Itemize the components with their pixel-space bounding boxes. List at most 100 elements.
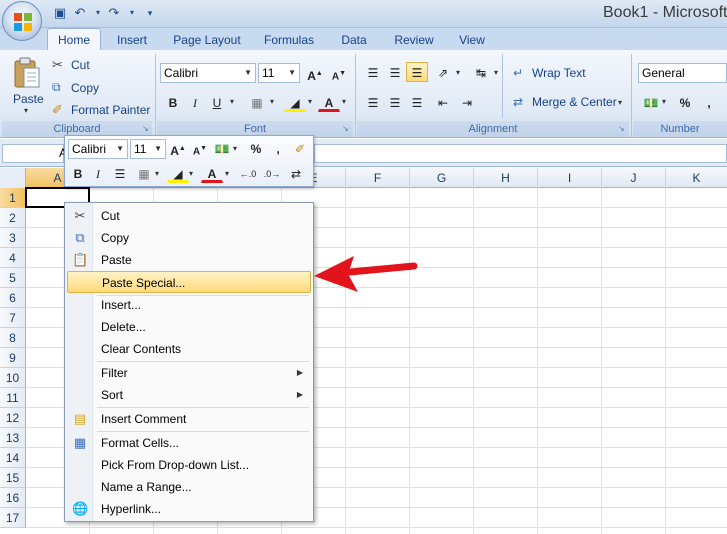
mini-accounting-icon[interactable]: 💵 [211, 138, 233, 158]
mini-fill-color-icon[interactable]: ◢ [167, 163, 189, 183]
menu-item-sort[interactable]: Sort ▶ [67, 384, 311, 406]
menu-item-insert-comment[interactable]: ▤ Insert Comment [67, 408, 311, 430]
undo-dropdown-icon[interactable]: ▾ [90, 5, 106, 21]
orientation-icon[interactable]: ⇗ [432, 62, 454, 82]
cut-button[interactable]: Cut [71, 58, 90, 72]
merge-dropdown-icon[interactable]: ▾ [618, 98, 622, 107]
increase-indent-icon[interactable]: ⇥ [456, 92, 478, 112]
column-header-i[interactable]: I [538, 168, 602, 188]
mini-grow-font-icon[interactable]: A▲ [167, 138, 189, 158]
menu-item-copy[interactable]: ⧉ Copy [67, 227, 311, 249]
row-header-10[interactable]: 10 [0, 368, 26, 388]
copy-button[interactable]: Copy [71, 81, 99, 95]
number-format-combo[interactable]: General [638, 63, 727, 83]
row-header-13[interactable]: 13 [0, 428, 26, 448]
row-header-17[interactable]: 17 [0, 508, 26, 528]
align-right-icon[interactable]: ☰ [406, 92, 428, 112]
redo-icon[interactable]: ↷ [106, 5, 122, 21]
undo-icon[interactable]: ↶ [72, 5, 88, 21]
row-header-1[interactable]: 1 [0, 188, 26, 208]
mini-comma-button[interactable]: , [267, 138, 289, 158]
row-header-15[interactable]: 15 [0, 468, 26, 488]
mini-shrink-font-icon[interactable]: A▼ [189, 138, 211, 158]
column-header-h[interactable]: H [474, 168, 538, 188]
row-header-3[interactable]: 3 [0, 228, 26, 248]
grow-font-icon[interactable]: A▲ [304, 63, 326, 83]
font-color-dropdown-icon[interactable]: ▾ [342, 97, 346, 106]
accounting-dropdown-icon[interactable]: ▾ [662, 97, 666, 106]
menu-item-paste-special[interactable]: Paste Special... [67, 271, 311, 293]
paste-button[interactable]: Paste [13, 92, 44, 106]
tab-home[interactable]: Home [47, 28, 101, 51]
paste-icon[interactable] [12, 56, 42, 90]
mini-bold-button[interactable]: B [67, 163, 89, 183]
mini-fill-dropdown-icon[interactable]: ▾ [189, 169, 193, 178]
row-header-8[interactable]: 8 [0, 328, 26, 348]
text-direction-icon[interactable]: ↹ [470, 62, 492, 82]
customize-qat-icon[interactable]: ▾ [142, 5, 158, 21]
fill-color-icon[interactable]: ◢ [284, 92, 306, 112]
row-header-5[interactable]: 5 [0, 268, 26, 288]
column-header-j[interactable]: J [602, 168, 666, 188]
menu-item-clear-contents[interactable]: Clear Contents [67, 338, 311, 360]
save-icon[interactable]: ▣ [52, 5, 68, 21]
row-header-14[interactable]: 14 [0, 448, 26, 468]
menu-item-name-range[interactable]: Name a Range... [67, 476, 311, 498]
redo-dropdown-icon[interactable]: ▾ [124, 5, 140, 21]
row-header-2[interactable]: 2 [0, 208, 26, 228]
percent-style-button[interactable]: % [674, 92, 696, 112]
column-header-k[interactable]: K [666, 168, 727, 188]
mini-borders-dropdown-icon[interactable]: ▾ [155, 169, 159, 178]
tab-data[interactable]: Data [336, 31, 372, 50]
decrease-decimal-icon[interactable]: .0→ [261, 163, 283, 183]
mini-format-painter-icon[interactable]: ✐ [289, 138, 311, 158]
row-header-7[interactable]: 7 [0, 308, 26, 328]
tab-formulas[interactable]: Formulas [260, 31, 318, 50]
bold-button[interactable]: B [162, 92, 184, 112]
mini-accounting-dropdown-icon[interactable]: ▾ [233, 144, 237, 153]
merge-center-button[interactable]: Merge & Center [532, 95, 617, 109]
mini-percent-button[interactable]: % [245, 138, 267, 158]
mini-font-color-dropdown-icon[interactable]: ▾ [225, 169, 229, 178]
underline-dropdown-icon[interactable]: ▾ [230, 97, 234, 106]
accounting-format-icon[interactable]: 💵 [640, 92, 662, 112]
orientation-dropdown-icon[interactable]: ▾ [456, 68, 460, 77]
align-middle-icon[interactable]: ☰ [384, 62, 406, 82]
borders-icon[interactable]: ▦ [246, 92, 268, 112]
formula-input[interactable] [314, 144, 727, 163]
shrink-font-icon[interactable]: A▼ [328, 63, 350, 83]
comma-style-button[interactable]: , [698, 92, 720, 112]
align-center-icon[interactable]: ☰ [384, 92, 406, 112]
menu-item-insert[interactable]: Insert... [67, 294, 311, 316]
column-header-g[interactable]: G [410, 168, 474, 188]
mini-size-combo[interactable]: 11 ▼ [130, 139, 166, 159]
name-box[interactable]: A [2, 144, 67, 163]
mini-font-combo[interactable]: Calibri ▼ [68, 139, 128, 159]
borders-dropdown-icon[interactable]: ▾ [270, 97, 274, 106]
menu-item-hyperlink[interactable]: 🌐 Hyperlink... [67, 498, 311, 520]
mini-merge-icon[interactable]: ⇄ [285, 163, 307, 183]
align-bottom-icon[interactable]: ☰ [406, 62, 428, 82]
font-launcher-icon[interactable]: ↘ [342, 125, 350, 133]
increase-decimal-icon[interactable]: ←.0 [237, 163, 259, 183]
decrease-indent-icon[interactable]: ⇤ [432, 92, 454, 112]
mini-center-icon[interactable]: ☰ [109, 163, 131, 183]
row-header-11[interactable]: 11 [0, 388, 26, 408]
font-color-icon[interactable]: A [318, 92, 340, 112]
row-header-12[interactable]: 12 [0, 408, 26, 428]
menu-item-cut[interactable]: ✂ Cut [67, 205, 311, 227]
clipboard-launcher-icon[interactable]: ↘ [142, 125, 150, 133]
column-header-f[interactable]: F [346, 168, 410, 188]
tab-page-layout[interactable]: Page Layout [170, 31, 244, 50]
mini-font-color-icon[interactable]: A [201, 163, 223, 183]
mini-borders-icon[interactable]: ▦ [133, 163, 155, 183]
row-header-9[interactable]: 9 [0, 348, 26, 368]
tab-view[interactable]: View [453, 31, 491, 50]
row-header-6[interactable]: 6 [0, 288, 26, 308]
fill-color-dropdown-icon[interactable]: ▾ [308, 97, 312, 106]
font-family-combo[interactable]: Calibri ▼ [160, 63, 256, 83]
mini-italic-button[interactable]: I [87, 163, 109, 183]
alignment-launcher-icon[interactable]: ↘ [618, 125, 626, 133]
menu-item-format-cells[interactable]: ▦ Format Cells... [67, 432, 311, 454]
wrap-text-button[interactable]: Wrap Text [532, 66, 586, 80]
